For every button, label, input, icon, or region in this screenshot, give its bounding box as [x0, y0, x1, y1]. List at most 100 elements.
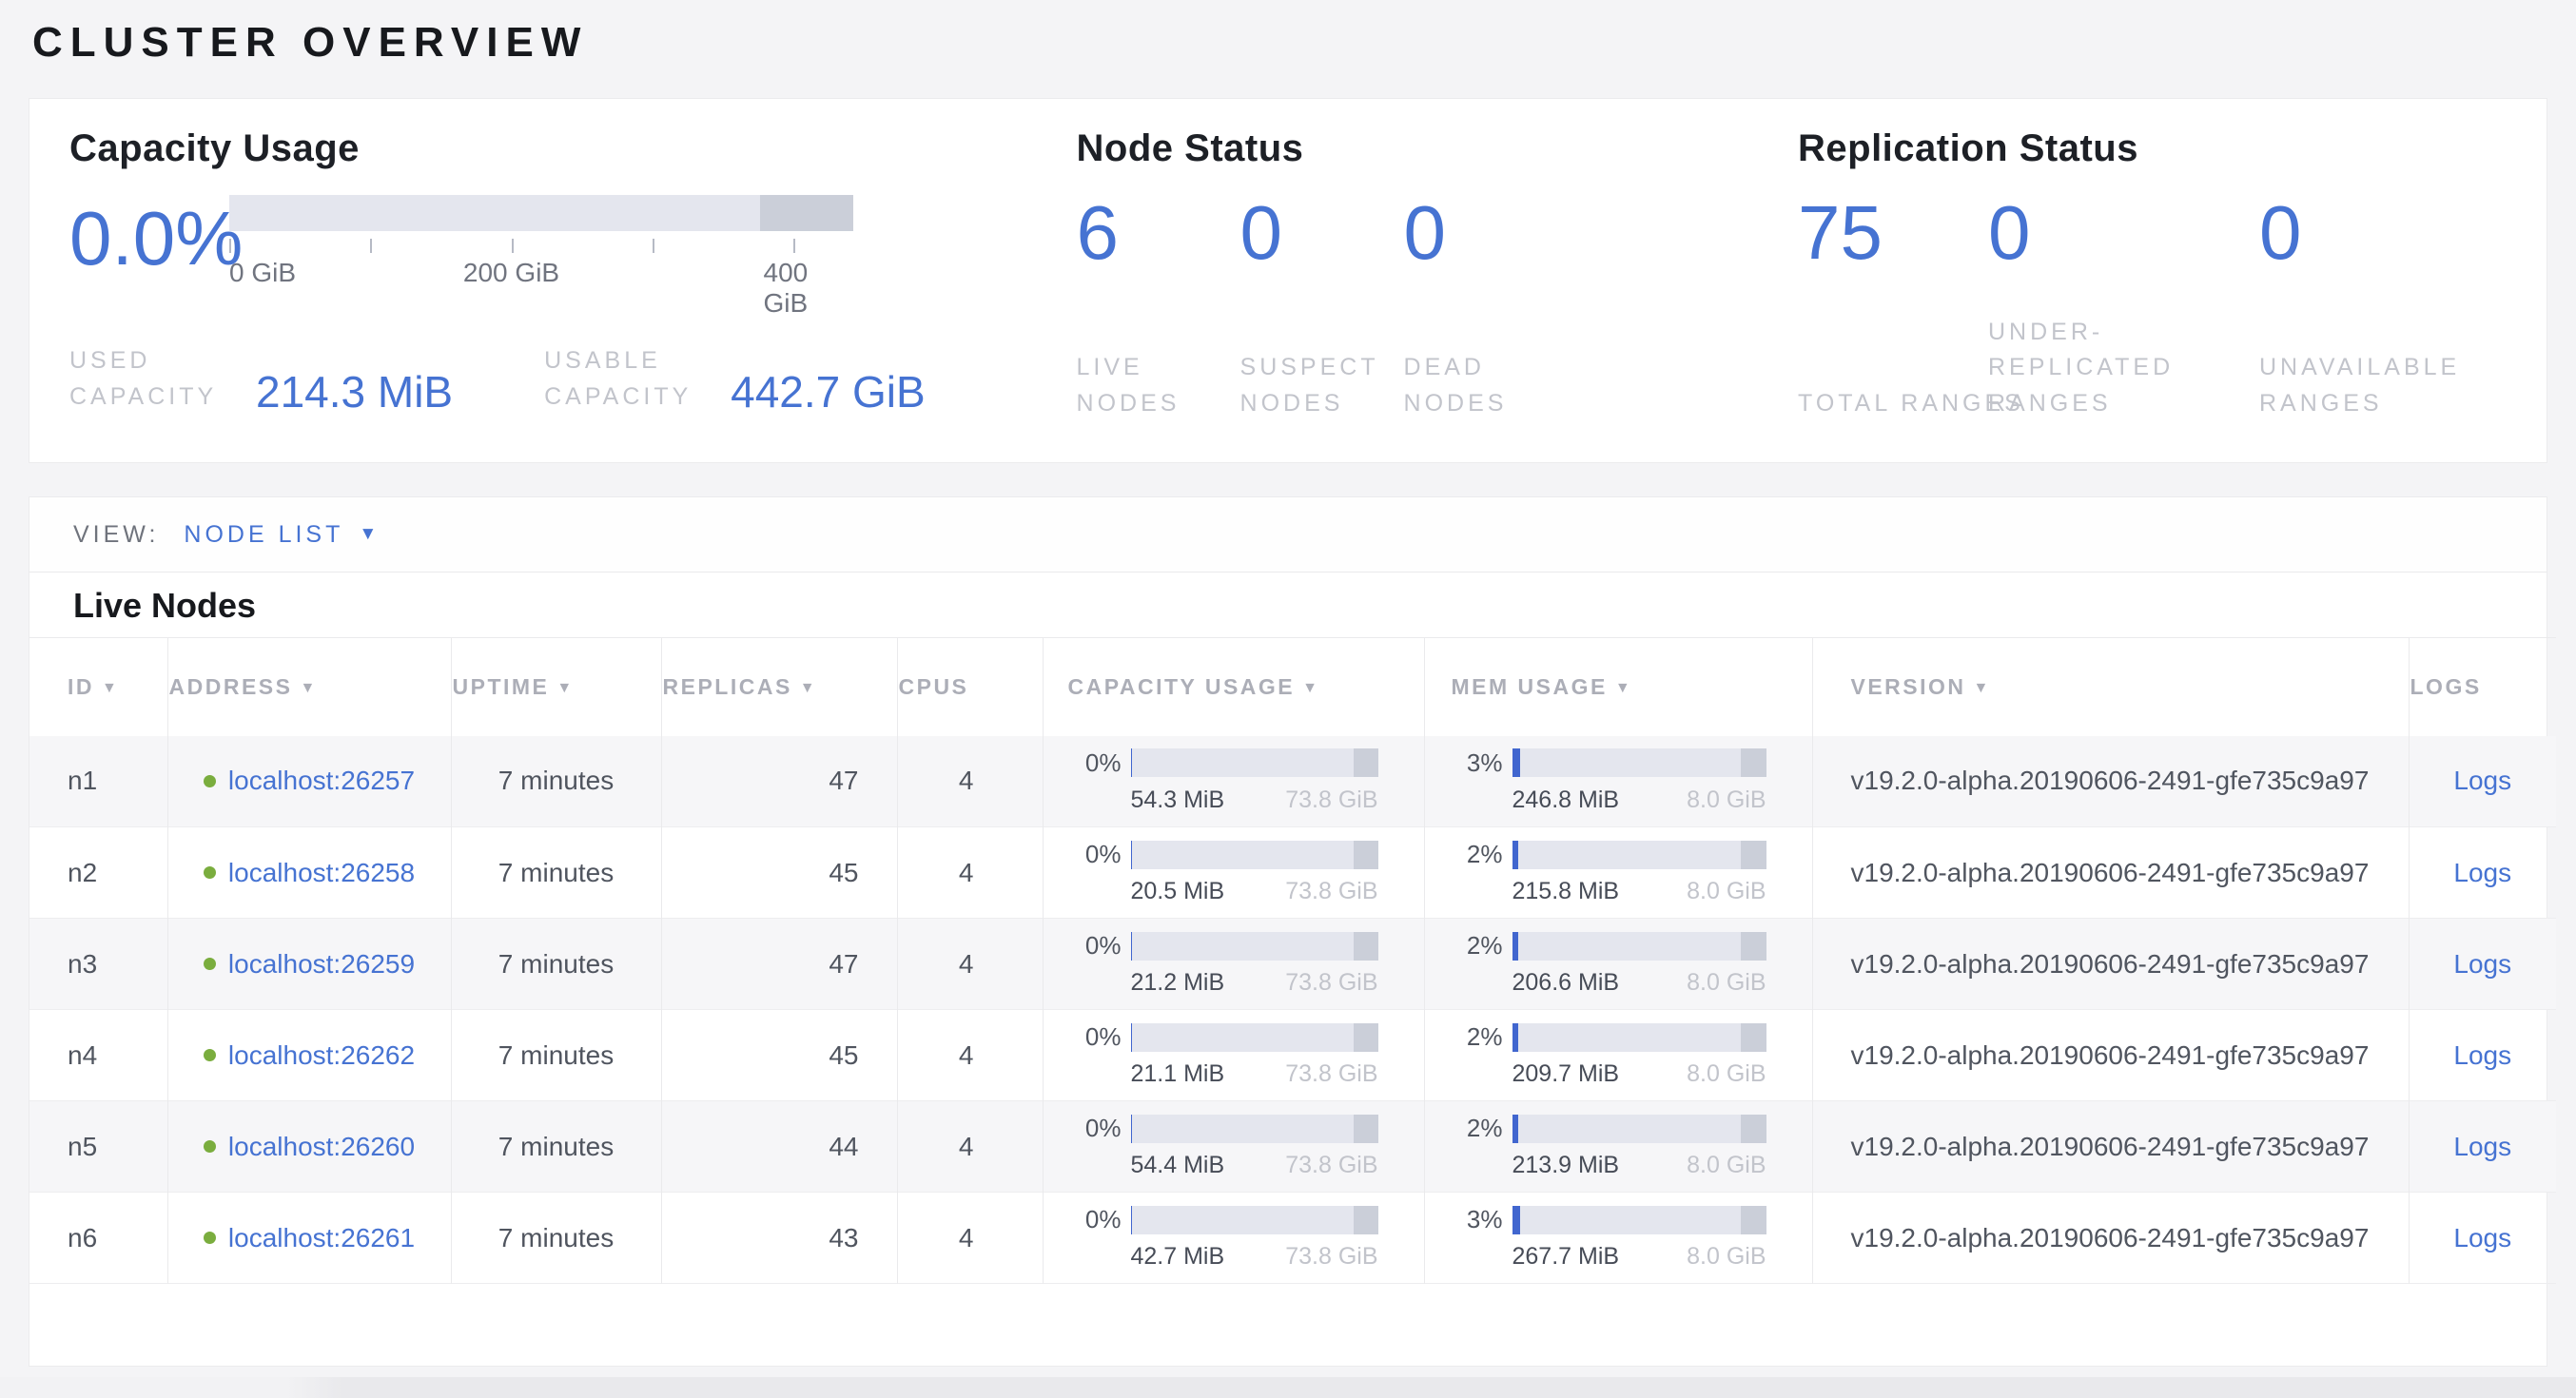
node-address: localhost:26262 [228, 1040, 415, 1070]
node-version-cell: v19.2.0-alpha.20190606-2491-gfe735c9a97 [1812, 736, 2409, 827]
node-id: n4 [68, 1040, 97, 1070]
node-cpus: 4 [959, 766, 974, 795]
node-version-cell: v19.2.0-alpha.20190606-2491-gfe735c9a97 [1812, 827, 2409, 919]
axis-tick [229, 239, 231, 253]
column-header-mem-usage[interactable]: MEM USAGE▼ [1424, 638, 1812, 736]
logs-link[interactable]: Logs [2453, 949, 2511, 979]
mem-bar-fill [1512, 748, 1520, 777]
capacity-used: 54.3 MiB [1131, 786, 1225, 814]
node-address-link[interactable]: localhost:26261 [228, 1223, 415, 1253]
node-id-cell: n5 [29, 1101, 167, 1193]
node-replicas: 47 [829, 949, 858, 979]
capacity-total: 73.8 GiB [1285, 1243, 1377, 1271]
sort-arrow-icon: ▼ [102, 680, 119, 696]
column-header-address[interactable]: ADDRESS▼ [167, 638, 451, 736]
total-ranges-count: 75 [1798, 195, 1988, 271]
sort-arrow-icon: ▼ [1615, 680, 1632, 696]
node-address-cell: localhost:26261 [167, 1193, 451, 1284]
axis-tick [653, 239, 654, 253]
column-header-replicas[interactable]: REPLICAS▼ [661, 638, 897, 736]
under-replicated-ranges-count: 0 [1988, 195, 2259, 271]
logs-link[interactable]: Logs [2453, 858, 2511, 887]
mem-bar-fill [1512, 1115, 1518, 1143]
node-address-link[interactable]: localhost:26257 [228, 766, 415, 796]
node-address-link[interactable]: localhost:26262 [228, 1040, 415, 1071]
logs-link[interactable]: Logs [2453, 1223, 2511, 1252]
node-address-link[interactable]: localhost:26260 [228, 1132, 415, 1162]
node-list-card: VIEW: NODE LIST ▼ Live Nodes ID▼ ADDRESS… [29, 496, 2547, 1367]
dead-nodes-count: 0 [1404, 195, 1568, 271]
capacity-percent: 0% [1064, 931, 1122, 961]
node-version-cell: v19.2.0-alpha.20190606-2491-gfe735c9a97 [1812, 1010, 2409, 1101]
replication-status-panel: Replication Status 75 TOTAL RANGES 0 UND… [1798, 127, 2507, 439]
node-address-link[interactable]: localhost:26258 [228, 858, 415, 888]
live-nodes-label: LIVE NODES [1077, 350, 1248, 421]
node-version-cell: v19.2.0-alpha.20190606-2491-gfe735c9a97 [1812, 1193, 2409, 1284]
mem-total: 8.0 GiB [1687, 1152, 1766, 1179]
view-bar: VIEW: NODE LIST ▼ [29, 497, 2547, 573]
node-health-icon [204, 1232, 216, 1244]
axis-label-400: 400 GiB [764, 258, 824, 319]
column-header-capacity-usage[interactable]: CAPACITY USAGE▼ [1043, 638, 1424, 736]
node-row: n2 localhost:26258 7 minutes 45 4 0% 20. [29, 827, 2556, 919]
node-capacity-cell: 0% 20.5 MiB 73.8 GiB [1043, 827, 1424, 919]
capacity-usage-bar [1131, 841, 1378, 869]
capacity-bar-other [1354, 748, 1378, 777]
under-replicated-ranges-label: UNDER-REPLICATED RANGES [1988, 315, 2226, 422]
logs-link[interactable]: Logs [2453, 1040, 2511, 1070]
capacity-percent: 0% [1064, 1114, 1122, 1143]
node-replicas-cell: 44 [661, 1101, 897, 1193]
node-row: n1 localhost:26257 7 minutes 47 4 0% 54. [29, 736, 2556, 827]
column-header-version[interactable]: VERSION▼ [1812, 638, 2409, 736]
capacity-usage-bar [1131, 1115, 1378, 1143]
node-cpus: 4 [959, 1040, 974, 1070]
capacity-used: 20.5 MiB [1131, 878, 1225, 905]
mem-usage-bar [1512, 1115, 1766, 1143]
mem-usage-bar [1512, 1206, 1766, 1234]
logs-link[interactable]: Logs [2453, 766, 2511, 795]
node-uptime-cell: 7 minutes [451, 1010, 661, 1101]
mem-used: 206.6 MiB [1512, 969, 1620, 997]
node-logs-cell: Logs [2409, 827, 2556, 919]
axis-tick [793, 239, 795, 253]
column-header-id[interactable]: ID▼ [29, 638, 167, 736]
node-version: v19.2.0-alpha.20190606-2491-gfe735c9a97 [1851, 766, 2370, 795]
sort-arrow-icon: ▼ [1974, 680, 1991, 696]
node-replicas-cell: 47 [661, 919, 897, 1010]
node-mem-cell: 2% 206.6 MiB 8.0 GiB [1424, 919, 1812, 1010]
caret-down-icon[interactable]: ▼ [359, 524, 377, 545]
node-uptime-cell: 7 minutes [451, 736, 661, 827]
dead-nodes-label: DEAD NODES [1404, 350, 1575, 421]
capacity-percent: 0% [1064, 1205, 1122, 1234]
node-row: n4 localhost:26262 7 minutes 45 4 0% 21. [29, 1010, 2556, 1101]
node-capacity-cell: 0% 21.2 MiB 73.8 GiB [1043, 919, 1424, 1010]
column-header-cpus[interactable]: CPUS [897, 638, 1043, 736]
mem-percent: 3% [1446, 1205, 1503, 1234]
page-title: CLUSTER OVERVIEW [32, 19, 2576, 67]
node-address: localhost:26258 [228, 858, 415, 887]
column-header-uptime[interactable]: UPTIME▼ [451, 638, 661, 736]
mem-usage-bar [1512, 932, 1766, 961]
node-address-cell: localhost:26262 [167, 1010, 451, 1101]
cluster-summary-card: Capacity Usage 0.0% 0 GiB 200 GiB [29, 98, 2547, 463]
mem-used: 215.8 MiB [1512, 878, 1620, 905]
node-capacity-cell: 0% 54.3 MiB 73.8 GiB [1043, 736, 1424, 827]
node-replicas-cell: 43 [661, 1193, 897, 1284]
node-uptime: 7 minutes [498, 949, 614, 979]
column-header-logs: LOGS [2409, 638, 2556, 736]
node-status-panel: Node Status 6 LIVE NODES 0 SUSPECT NODES… [1077, 127, 1798, 439]
axis-tick [370, 239, 372, 253]
node-version: v19.2.0-alpha.20190606-2491-gfe735c9a97 [1851, 858, 2370, 887]
node-capacity-cell: 0% 21.1 MiB 73.8 GiB [1043, 1010, 1424, 1101]
mem-bar-other [1741, 841, 1766, 869]
node-list-dropdown[interactable]: NODE LIST [184, 521, 343, 549]
node-address-link[interactable]: localhost:26259 [228, 949, 415, 980]
node-replicas: 44 [829, 1132, 858, 1161]
node-version: v19.2.0-alpha.20190606-2491-gfe735c9a97 [1851, 1223, 2370, 1252]
replication-status-title: Replication Status [1798, 127, 2507, 170]
logs-link[interactable]: Logs [2453, 1132, 2511, 1161]
mem-bar-fill [1512, 1206, 1520, 1234]
node-row: n6 localhost:26261 7 minutes 43 4 0% 42. [29, 1193, 2556, 1284]
node-mem-cell: 3% 246.8 MiB 8.0 GiB [1424, 736, 1812, 827]
node-replicas-cell: 45 [661, 827, 897, 919]
